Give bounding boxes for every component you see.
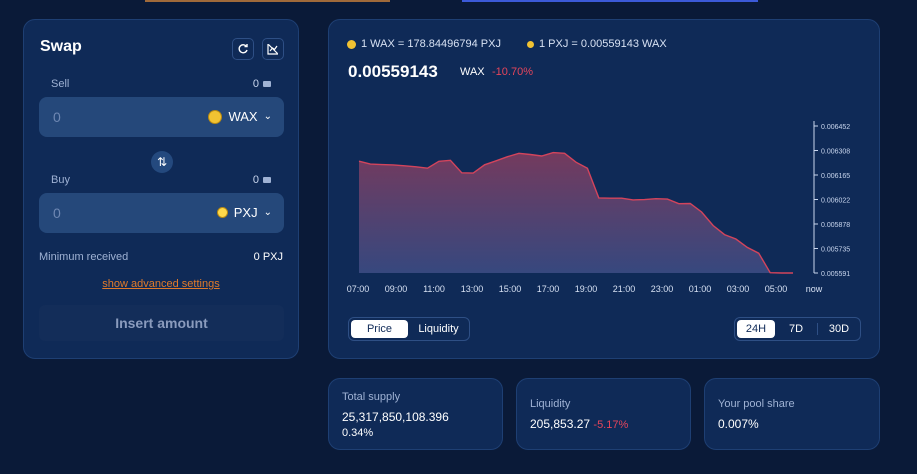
chart-hide-icon xyxy=(267,44,278,55)
sell-field[interactable]: 0 WAX ⌄ xyxy=(39,97,284,137)
y-tick-label: 0.006165 xyxy=(821,173,850,180)
chart-range-toggle: 24H 7D 30D xyxy=(734,317,861,341)
x-tick-label: 09:00 xyxy=(385,284,408,294)
y-tick-label: 0.006022 xyxy=(821,198,850,205)
sell-token-select[interactable]: WAX ⌄ xyxy=(208,109,272,124)
sell-amount-input[interactable]: 0 xyxy=(53,109,61,125)
x-tick-label: 19:00 xyxy=(575,284,598,294)
buy-token-select[interactable]: PXJ ⌄ xyxy=(216,205,272,220)
liquidity-change: -5.17% xyxy=(593,419,629,431)
total-supply-value: 25,317,850,108.396 xyxy=(342,410,449,424)
pxj-token-icon xyxy=(216,207,228,218)
sell-label: Sell xyxy=(51,78,70,90)
liquidity-value: 205,853.27 xyxy=(530,417,591,431)
liquidity-label: Liquidity xyxy=(530,398,571,410)
price-chart: 0.006452 0.006308 0.006165 0.006022 0.005878… xyxy=(347,121,850,294)
price-area xyxy=(359,152,793,273)
chevron-down-icon: ⌄ xyxy=(263,207,272,218)
liquidity-row: 205,853.27 -5.17% xyxy=(530,417,628,431)
top-decor-strip xyxy=(462,0,758,2)
range-7d[interactable]: 7D xyxy=(777,320,815,338)
swap-card: Swap Sell 0 0 WAX ⌄ ⇅ Buy 0 0 PXJ ⌄ Mini… xyxy=(23,19,299,359)
total-supply-label: Total supply xyxy=(342,391,401,403)
x-tick-label: 21:00 xyxy=(613,284,636,294)
y-tick-label: 0.005591 xyxy=(821,271,850,278)
y-tick-label: 0.006308 xyxy=(821,149,850,156)
x-tick-label: 15:00 xyxy=(499,284,522,294)
wax-token-icon xyxy=(208,109,223,124)
y-tick-label: 0.005735 xyxy=(821,247,850,254)
buy-field[interactable]: 0 PXJ ⌄ xyxy=(39,193,284,233)
range-24h[interactable]: 24H xyxy=(737,320,776,338)
buy-label: Buy xyxy=(51,174,70,186)
range-30d[interactable]: 30D xyxy=(820,320,858,338)
min-received-value: 0 PXJ xyxy=(253,251,283,263)
swap-direction-icon: ⇅ xyxy=(156,155,168,169)
tab-liquidity[interactable]: Liquidity xyxy=(410,320,467,338)
y-tick-label: 0.005878 xyxy=(821,222,850,229)
total-supply-change: 0.34% xyxy=(342,427,374,439)
insert-amount-button[interactable]: Insert amount xyxy=(39,305,284,341)
refresh-icon xyxy=(238,44,248,54)
x-tick-label: 23:00 xyxy=(651,284,674,294)
x-tick-label: now xyxy=(806,284,823,294)
buy-token-label: PXJ xyxy=(233,205,258,220)
chart-type-toggle: Price Liquidity xyxy=(348,317,470,341)
range-divider xyxy=(817,323,818,335)
advanced-settings-link[interactable]: show advanced settings xyxy=(24,278,298,290)
wallet-icon xyxy=(263,81,271,87)
swap-direction-button[interactable]: ⇅ xyxy=(151,151,173,173)
pool-share-card: Your pool share 0.007% xyxy=(704,378,880,450)
total-supply-card: Total supply 25,317,850,108.396 0.34% xyxy=(328,378,503,450)
wallet-icon xyxy=(263,177,271,183)
buy-amount-input[interactable]: 0 xyxy=(53,205,61,221)
refresh-button[interactable] xyxy=(232,38,254,60)
chevron-down-icon: ⌄ xyxy=(263,111,272,122)
tab-price[interactable]: Price xyxy=(351,320,408,338)
x-tick-label: 13:00 xyxy=(461,284,484,294)
price-chart-card: 1 WAX = 178.84496794 PXJ 1 PXJ = 0.00559… xyxy=(328,19,880,359)
buy-balance: 0 xyxy=(253,174,271,186)
swap-title: Swap xyxy=(40,38,82,55)
x-tick-label: 01:00 xyxy=(689,284,712,294)
buy-balance-value: 0 xyxy=(252,174,259,186)
pool-share-label: Your pool share xyxy=(718,398,795,410)
min-received-label: Minimum received xyxy=(39,251,129,263)
x-tick-label: 07:00 xyxy=(347,284,370,294)
sell-balance: 0 xyxy=(253,78,271,90)
x-tick-label: 17:00 xyxy=(537,284,560,294)
x-tick-label: 03:00 xyxy=(727,284,750,294)
pool-share-value: 0.007% xyxy=(718,417,759,431)
sell-balance-value: 0 xyxy=(252,78,259,90)
sell-token-label: WAX xyxy=(228,109,258,124)
y-tick-label: 0.006452 xyxy=(821,124,850,131)
x-tick-label: 05:00 xyxy=(765,284,788,294)
hide-chart-button[interactable] xyxy=(262,38,284,60)
liquidity-card: Liquidity 205,853.27 -5.17% xyxy=(516,378,691,450)
x-tick-label: 11:00 xyxy=(423,284,445,294)
top-decor-strip xyxy=(145,0,390,2)
